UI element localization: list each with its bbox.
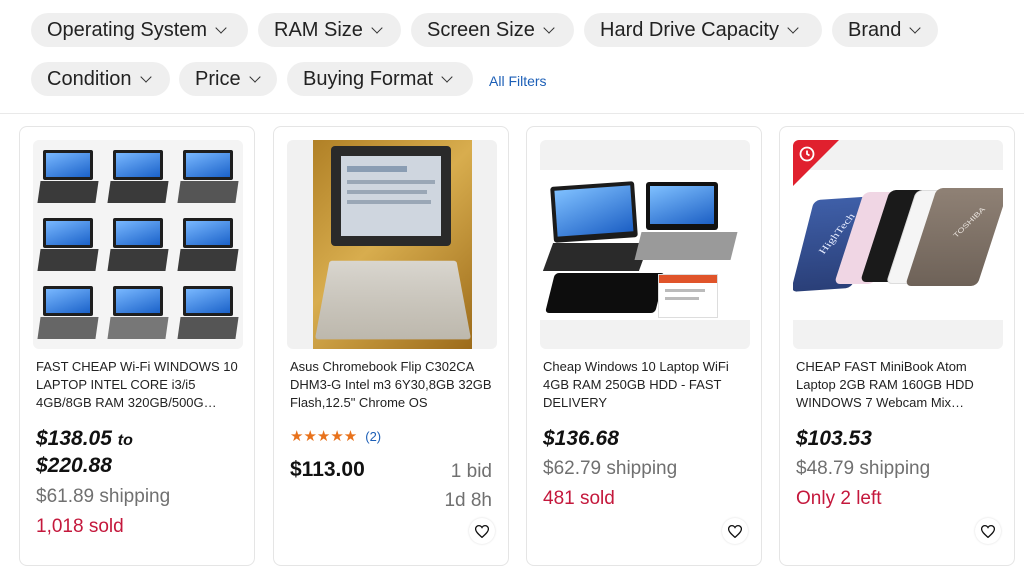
filter-label: Operating System — [47, 19, 208, 41]
all-filters-link[interactable]: All Filters — [489, 73, 547, 89]
listing-image[interactable] — [33, 140, 243, 349]
chevron-down-icon — [543, 22, 555, 34]
stock-status: Only 2 left — [796, 488, 882, 509]
laptop-screen — [646, 182, 718, 230]
laptop-thumbnail — [177, 216, 239, 274]
laptop-thumbnail — [37, 148, 99, 206]
laptop-closed — [545, 273, 665, 313]
laptop-base — [542, 243, 650, 271]
shipping-cost: $62.79 shipping — [543, 458, 678, 479]
heart-icon — [728, 524, 742, 538]
filter-buying-format[interactable]: Buying Format — [287, 62, 473, 96]
divider — [0, 113, 1024, 114]
listing-image[interactable]: HighTech TOSHIBA — [793, 140, 1003, 349]
filter-screen-size[interactable]: Screen Size — [411, 13, 574, 47]
filter-label: Price — [195, 68, 241, 90]
price-low: $138.05 — [36, 427, 112, 450]
filter-label: Buying Format — [303, 68, 434, 90]
listing-title[interactable]: Cheap Windows 10 Laptop WiFi 4GB RAM 250… — [543, 358, 749, 412]
filter-condition[interactable]: Condition — [31, 62, 170, 96]
laptop-base — [634, 232, 738, 260]
laptop-thumbnail — [177, 148, 239, 206]
watch-button[interactable] — [975, 518, 1001, 544]
chevron-down-icon — [139, 71, 152, 83]
listing-title[interactable]: Asus Chromebook Flip C302CA DHM3-G Intel… — [290, 358, 496, 412]
laptop-screen — [331, 146, 451, 246]
laptop-screen — [550, 181, 638, 243]
listing-card[interactable]: Cheap Windows 10 Laptop WiFi 4GB RAM 250… — [526, 126, 762, 566]
product-flyer — [658, 274, 718, 318]
laptop-thumbnail — [107, 284, 169, 342]
filter-label: Screen Size — [427, 19, 535, 41]
heart-icon — [475, 524, 489, 538]
chevron-down-icon — [441, 71, 453, 83]
bid-count: 1 bid — [450, 461, 492, 482]
listing-price: $103.53 — [796, 427, 872, 450]
price-high: $220.88 — [36, 454, 112, 477]
laptop-keyboard — [314, 260, 472, 340]
chevron-down-icon — [787, 22, 799, 34]
filter-price[interactable]: Price — [179, 62, 277, 96]
chevron-down-icon — [248, 71, 261, 83]
listing-image[interactable] — [540, 140, 750, 349]
time-left: 1d 8h — [444, 490, 492, 511]
listing-title[interactable]: FAST CHEAP Wi-Fi WINDOWS 10 LAPTOP INTEL… — [36, 358, 242, 412]
watch-button[interactable] — [469, 518, 495, 544]
listing-card[interactable]: FAST CHEAP Wi-Fi WINDOWS 10 LAPTOP INTEL… — [19, 126, 255, 566]
listing-price: $136.68 — [543, 427, 619, 450]
filter-label: RAM Size — [274, 19, 363, 41]
listing-card[interactable]: Asus Chromebook Flip C302CA DHM3-G Intel… — [273, 126, 509, 566]
filter-label: Hard Drive Capacity — [600, 19, 779, 41]
chevron-down-icon — [215, 22, 227, 34]
shipping-cost: $48.79 shipping — [796, 458, 931, 479]
listing-card[interactable]: HighTech TOSHIBA CHEAP FAST MiniBook Ato… — [779, 126, 1015, 566]
filter-label: Condition — [47, 68, 132, 90]
listing-title[interactable]: CHEAP FAST MiniBook Atom Laptop 2GB RAM … — [796, 358, 1002, 412]
rating-count[interactable]: (2) — [365, 429, 381, 444]
laptop-thumbnail — [37, 284, 99, 342]
rating[interactable]: ★★★★★ (2) — [290, 427, 381, 445]
price-to: to — [117, 432, 133, 449]
brand-text: TOSHIBA — [951, 205, 987, 240]
filter-hard-drive-capacity[interactable]: Hard Drive Capacity — [584, 13, 822, 47]
chevron-down-icon — [371, 22, 383, 34]
filter-brand[interactable]: Brand — [832, 13, 938, 47]
watch-button[interactable] — [722, 518, 748, 544]
filter-operating-system[interactable]: Operating System — [31, 13, 248, 47]
filter-label: Brand — [848, 19, 902, 41]
sold-count: 1,018 sold — [36, 516, 124, 537]
filter-ram-size[interactable]: RAM Size — [258, 13, 401, 47]
laptop-thumbnail — [37, 216, 99, 274]
chevron-down-icon — [909, 22, 922, 34]
listing-price: $113.00 — [290, 458, 365, 481]
laptop-thumbnail — [107, 216, 169, 274]
laptop-thumbnail — [177, 284, 239, 342]
shipping-cost: $61.89 shipping — [36, 486, 171, 507]
heart-icon — [981, 524, 995, 538]
filter-bar: Operating System RAM Size Screen Size Ha… — [0, 0, 1024, 110]
listing-price: $138.05 to — [36, 427, 133, 451]
clock-icon — [799, 146, 815, 162]
sold-count: 481 sold — [543, 488, 615, 509]
star-icon: ★★★★★ — [290, 428, 358, 445]
listing-image[interactable] — [287, 140, 497, 349]
laptop-thumbnail — [107, 148, 169, 206]
